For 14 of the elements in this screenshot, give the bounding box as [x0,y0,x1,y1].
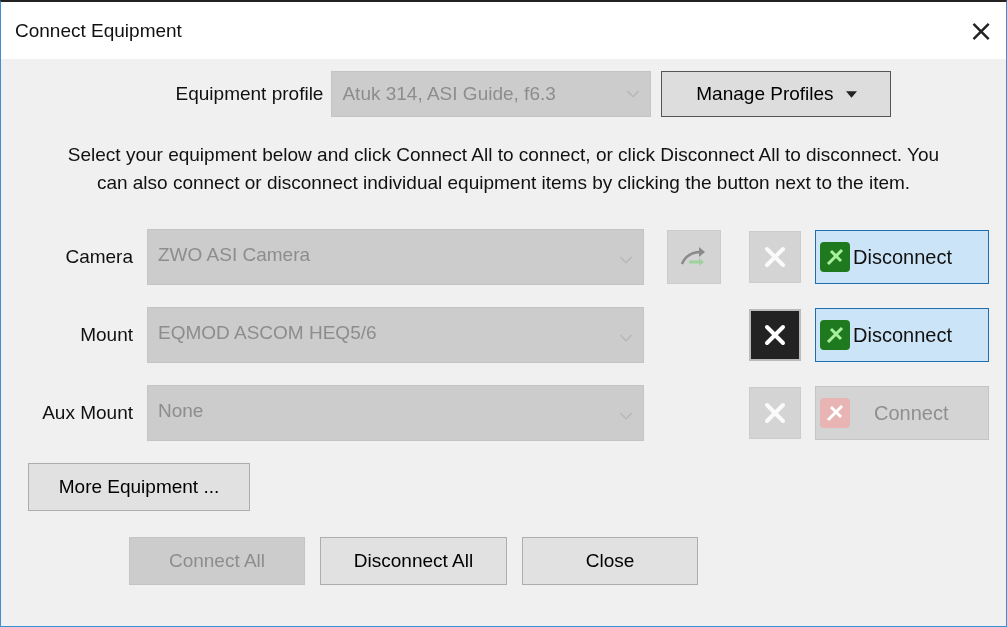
close-button[interactable]: × [956,13,1006,48]
window-title: Connect Equipment [15,19,182,42]
caret-icon [845,90,857,98]
connect-button[interactable]: Disconnect [815,308,989,362]
more-equipment-button[interactable]: More Equipment ... [28,463,250,511]
dialog-button[interactable]: Disconnect All [320,537,507,585]
setup-button[interactable] [749,309,801,361]
equipment-label: Camera [64,246,134,268]
dialog-button[interactable]: Close [522,537,698,585]
equipment-label: Mount [79,324,134,346]
equipment-label: Aux Mount [41,402,134,424]
connect-button[interactable]: Disconnect [815,230,989,284]
instructions-text: Select your equipment below and click Connect All to connect, or click Disconnect All to disconnect. You can also connect or disconnect individual equipment items by clicking the button next to the item. [66,143,941,195]
profile-label: Equipment profile [175,83,324,105]
